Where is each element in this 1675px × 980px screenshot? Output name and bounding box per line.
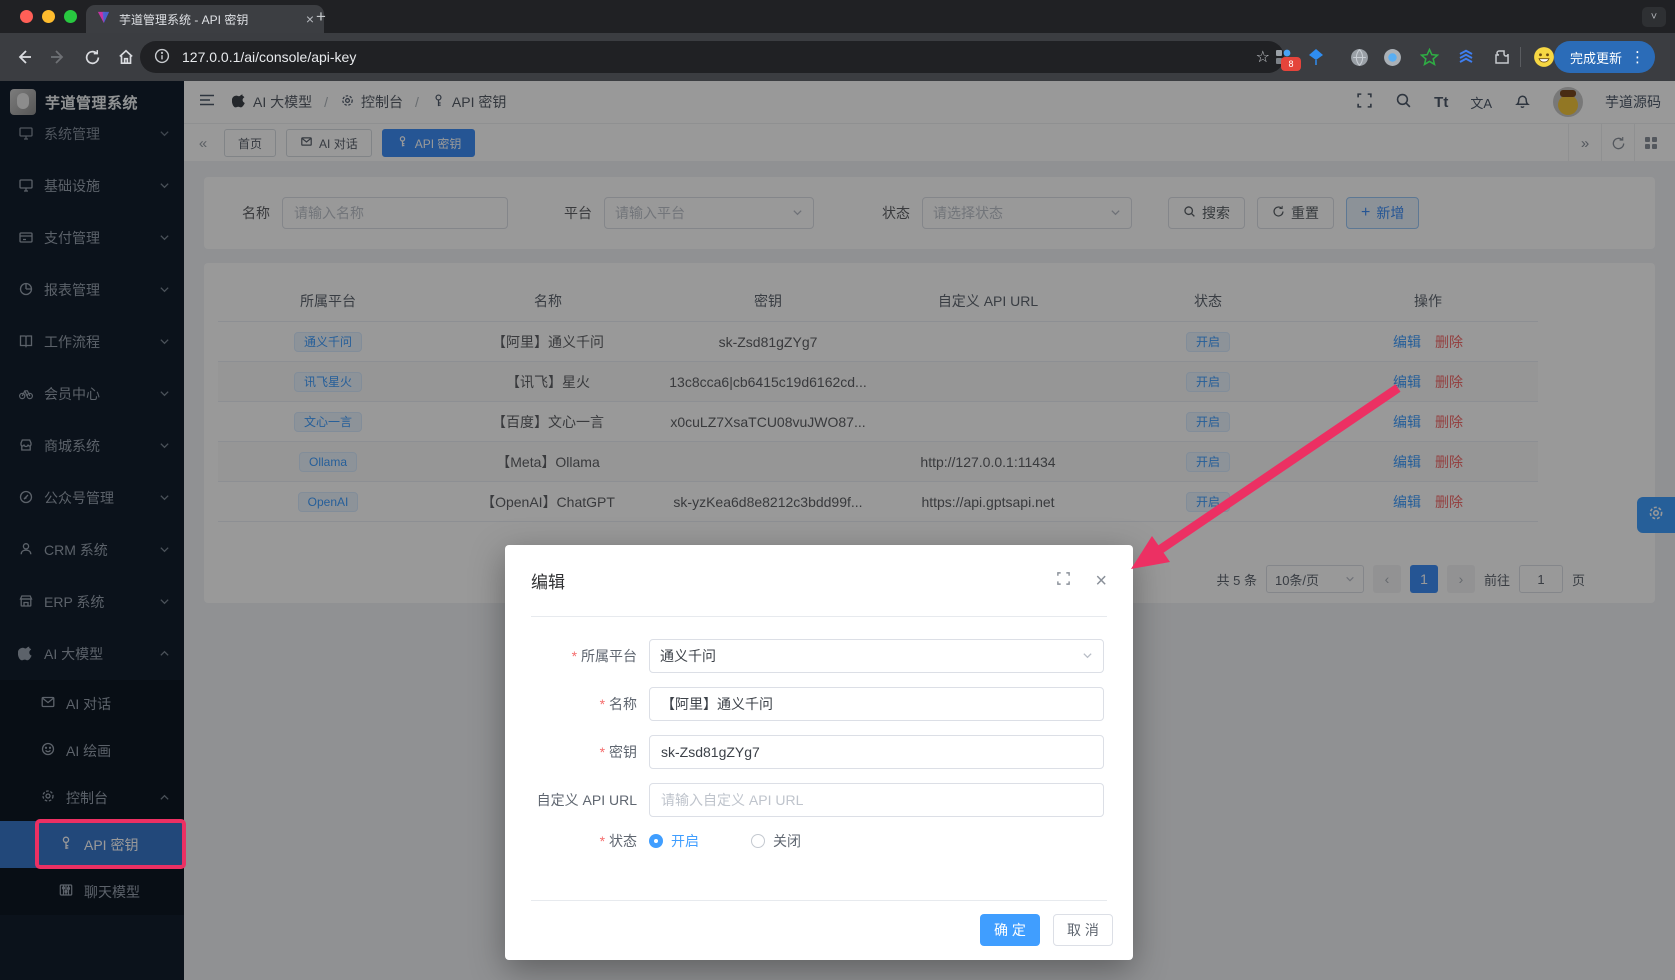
dialog-header: 编辑 × <box>531 545 1107 617</box>
bookmark-star-icon[interactable]: ☆ <box>1256 47 1270 67</box>
field-status: 状态 开启 关闭 <box>505 831 1133 851</box>
dialog-title: 编辑 <box>531 568 565 593</box>
radio-on[interactable]: 开启 <box>649 831 699 851</box>
url-input[interactable] <box>649 783 1104 817</box>
window-controls <box>20 10 77 23</box>
site-info-icon[interactable] <box>154 48 170 67</box>
home-icon[interactable] <box>112 43 140 71</box>
tab-search-button[interactable]: ˅ <box>1642 7 1666 27</box>
window-close-button[interactable] <box>20 10 33 23</box>
edit-dialog: 编辑 × 所属平台 通义千问 名称 密钥 <box>505 545 1133 960</box>
dialog-header-icons: × <box>1056 571 1107 591</box>
status-label: 状态 <box>505 831 637 851</box>
tab-close-icon[interactable]: × <box>306 11 314 27</box>
window-minimize-button[interactable] <box>42 10 55 23</box>
extension-badge: 8 <box>1281 57 1301 71</box>
chrome-update-button[interactable]: 完成更新 ⋮ <box>1554 41 1655 73</box>
browser-toolbar: 127.0.0.1/ai/console/api-key ☆ 8 <box>0 33 1675 82</box>
field-key: 密钥 <box>505 735 1133 769</box>
new-tab-button[interactable]: + <box>316 8 326 25</box>
update-label: 完成更新 <box>1570 48 1622 67</box>
screen: 芋道管理系统 - API 密钥 × + ˅ 127.0.0.1/ai/conso… <box>0 0 1675 980</box>
close-icon[interactable]: × <box>1095 571 1107 591</box>
browser-tab[interactable]: 芋道管理系统 - API 密钥 × <box>86 5 324 33</box>
url-label: 自定义 API URL <box>505 790 637 810</box>
dialog-footer: 确 定 取 消 <box>505 900 1133 960</box>
window-zoom-button[interactable] <box>64 10 77 23</box>
toolbar-divider <box>1520 47 1521 67</box>
kebab-menu-icon[interactable]: ⋮ <box>1630 48 1645 66</box>
reload-icon[interactable] <box>78 43 106 71</box>
status-radio-group: 开启 关闭 <box>649 831 801 851</box>
forward-icon[interactable] <box>44 43 72 71</box>
platform-select[interactable]: 通义千问 <box>649 639 1104 673</box>
extension-layers-icon[interactable] <box>1455 46 1477 68</box>
browser-tab-title: 芋道管理系统 - API 密钥 <box>119 11 298 28</box>
radio-selected-icon <box>649 834 663 848</box>
extension-star-icon[interactable] <box>1418 46 1440 68</box>
chevron-down-icon <box>1082 648 1093 664</box>
name-label: 名称 <box>505 694 637 714</box>
radio-unselected-icon <box>751 834 765 848</box>
profile-emoji-icon[interactable] <box>1533 46 1555 68</box>
key-label: 密钥 <box>505 742 637 762</box>
extension-kite-icon[interactable] <box>1305 46 1327 68</box>
fullscreen-expand-icon[interactable] <box>1056 571 1071 591</box>
extension-globe-icon[interactable] <box>1348 46 1370 68</box>
key-input[interactable] <box>649 735 1104 769</box>
field-url: 自定义 API URL <box>505 783 1133 817</box>
back-icon[interactable] <box>10 43 38 71</box>
field-platform: 所属平台 通义千问 <box>505 639 1133 673</box>
field-name: 名称 <box>505 687 1133 721</box>
favicon <box>96 10 111 28</box>
platform-label: 所属平台 <box>505 646 637 666</box>
radio-off[interactable]: 关闭 <box>751 831 801 851</box>
url-text: 127.0.0.1/ai/console/api-key <box>182 49 356 65</box>
confirm-button[interactable]: 确 定 <box>980 914 1040 946</box>
address-bar[interactable]: 127.0.0.1/ai/console/api-key ☆ <box>140 41 1284 73</box>
browser-tabstrip: 芋道管理系统 - API 密钥 × + ˅ <box>0 0 1675 33</box>
cancel-button[interactable]: 取 消 <box>1053 914 1113 946</box>
extensions-puzzle-icon[interactable] <box>1491 46 1513 68</box>
extension-dot-icon[interactable] <box>1381 46 1403 68</box>
name-input[interactable] <box>649 687 1104 721</box>
dialog-body: 所属平台 通义千问 名称 密钥 自定义 API URL 状态 <box>505 617 1133 851</box>
